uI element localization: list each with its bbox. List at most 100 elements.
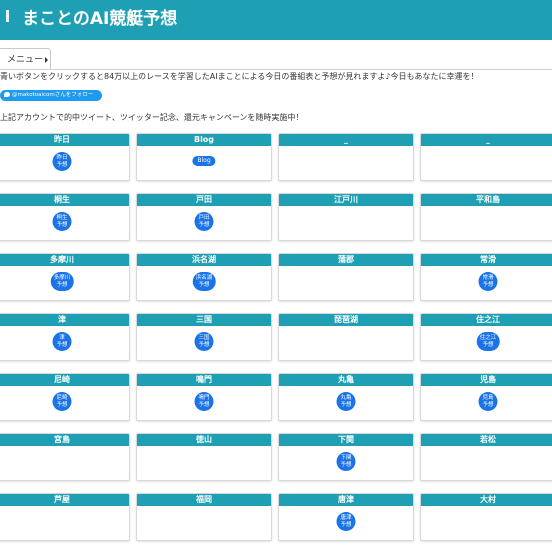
venue-card: 桐生 桐生 予想	[0, 193, 130, 241]
venue-card: 鳴門 鳴門 予想	[136, 373, 272, 421]
venue-predict-button[interactable]: 丸亀 予想	[336, 392, 356, 411]
venue-card: _	[278, 133, 414, 181]
caret-right-icon	[45, 56, 49, 63]
venue-card-title: 唐津	[279, 494, 413, 506]
page-title[interactable]: まことのAI競艇予想	[22, 4, 177, 29]
venue-predict-button-label: 予想	[56, 161, 68, 168]
venue-predict-button[interactable]: 桐生 予想	[52, 212, 72, 231]
venue-card: 戸田 戸田 予想	[136, 193, 272, 241]
venue-card: 多摩川 多摩川 予想	[0, 253, 130, 301]
venue-card: 唐津 唐津 予想	[278, 493, 414, 541]
venue-predict-button[interactable]: 児島 予想	[478, 392, 498, 411]
venue-card: 昨日 昨日 予想	[0, 133, 130, 181]
venue-card: 徳山	[136, 433, 272, 481]
venue-predict-button[interactable]: Blog	[192, 156, 216, 166]
venue-predict-button-label: Blog	[197, 157, 211, 164]
venue-card: 若松	[420, 433, 552, 481]
venue-card-title: 江戸川	[279, 194, 413, 206]
venue-card: Blog Blog	[136, 133, 272, 181]
venue-card: 児島 児島 予想	[420, 373, 552, 421]
header: まことのAI競艇予想	[0, 0, 552, 40]
campaign-notice: 上記アカウントで的中ツイート、ツイッター記念、還元キャンペーンを随時実施中！	[0, 113, 304, 122]
venue-predict-button[interactable]: 戸田 予想	[194, 212, 214, 231]
header-accent-bar	[6, 10, 9, 22]
venue-predict-button[interactable]: 昨日 予想	[52, 152, 72, 171]
venue-card-title: 津	[0, 314, 129, 326]
twitter-bird-icon	[4, 92, 10, 97]
venue-card-title: 琵琶湖	[279, 314, 413, 326]
venue-card-title: 徳山	[137, 434, 271, 446]
venue-card: 平和島	[420, 193, 552, 241]
venue-predict-button[interactable]: 多摩川 予想	[50, 272, 74, 291]
venue-card: 宮島	[0, 433, 130, 481]
venue-predict-button-label: 予想	[56, 341, 68, 348]
venue-card: 津津予想	[0, 313, 130, 361]
venue-card-title: 住之江	[421, 314, 552, 326]
venue-card: 常滑 常滑 予想	[420, 253, 552, 301]
venue-predict-button-label: 予想	[198, 341, 210, 348]
venue-card-title: 丸亀	[279, 374, 413, 386]
venue-card-title: 桐生	[0, 194, 129, 206]
venue-card-title: 常滑	[421, 254, 552, 266]
venue-card: 蒲郡	[278, 253, 414, 301]
venue-card: 浜名湖 浜名湖 予想	[136, 253, 272, 301]
venue-card-title: 浜名湖	[137, 254, 271, 266]
venue-card: 福岡	[136, 493, 272, 541]
venue-predict-button[interactable]: 尼崎 予想	[52, 392, 72, 411]
venue-card-title: 蒲郡	[279, 254, 413, 266]
venue-card: 琵琶湖	[278, 313, 414, 361]
follow-label: @makotoaicomさんをフォロー	[12, 92, 94, 98]
venue-predict-button-label: 予想	[482, 281, 494, 288]
venue-predict-button[interactable]: 浜名湖 予想	[192, 272, 216, 291]
venue-card-title: 多摩川	[0, 254, 129, 266]
venue-predict-button[interactable]: 下関 予想	[336, 452, 356, 471]
venue-card: 江戸川	[278, 193, 414, 241]
venue-card-title: 宮島	[0, 434, 129, 446]
venue-predict-button[interactable]: 津予想	[52, 332, 72, 351]
venue-card-title: _	[279, 134, 413, 146]
venue-card-title: Blog	[137, 134, 271, 146]
venue-predict-button[interactable]: 常滑 予想	[478, 272, 498, 291]
menu-label: メニュー	[7, 55, 44, 65]
venue-card: 芦屋	[0, 493, 130, 541]
venue-predict-button[interactable]: 鳴門 予想	[194, 392, 214, 411]
venue-predict-button-label: 予想	[482, 341, 494, 348]
venue-card: _	[420, 133, 552, 181]
venue-card-title: 下関	[279, 434, 413, 446]
venue-card-title: 若松	[421, 434, 552, 446]
venue-predict-button-label: 予想	[198, 401, 210, 408]
venue-predict-button-label: 予想	[198, 221, 210, 228]
venue-card: 尼崎 尼崎 予想	[0, 373, 130, 421]
venue-card-title: 芦屋	[0, 494, 129, 506]
venue-predict-button-label: 予想	[340, 461, 352, 468]
venue-card-title: 福岡	[137, 494, 271, 506]
venue-card: 三国 三国 予想	[136, 313, 272, 361]
venue-card: 住之江 住之江 予想	[420, 313, 552, 361]
twitter-follow-button[interactable]: @makotoaicomさんをフォロー	[0, 90, 102, 101]
venue-predict-button-label: 予想	[340, 401, 352, 408]
menu-button[interactable]: メニュー	[0, 48, 51, 70]
venue-card-title: 平和島	[421, 194, 552, 206]
venue-card-title: 鳴門	[137, 374, 271, 386]
venue-predict-button-label: 予想	[56, 281, 68, 288]
venue-predict-button-label: 予想	[198, 281, 210, 288]
venue-card-title: 尼崎	[0, 374, 129, 386]
venue-card-title: 三国	[137, 314, 271, 326]
intro-text: 青いボタンをクリックすると84万以上のレースを学習したAIまことによる今日の番組…	[0, 72, 479, 81]
venue-predict-button-label: 予想	[482, 401, 494, 408]
venue-predict-button[interactable]: 唐津 予想	[336, 512, 356, 531]
venue-card-title: _	[421, 134, 552, 146]
venue-card-title: 大村	[421, 494, 552, 506]
venue-predict-button[interactable]: 住之江 予想	[476, 332, 500, 351]
venue-card: 丸亀 丸亀 予想	[278, 373, 414, 421]
venue-predict-button[interactable]: 三国 予想	[194, 332, 214, 351]
venue-card-title: 昨日	[0, 134, 129, 146]
venue-predict-button-label: 予想	[340, 521, 352, 528]
venue-card: 下関 下関 予想	[278, 433, 414, 481]
venue-card-title: 児島	[421, 374, 552, 386]
venue-card: 大村	[420, 493, 552, 541]
venue-card-title: 戸田	[137, 194, 271, 206]
venue-predict-button-label: 予想	[56, 221, 68, 228]
menu-divider	[0, 69, 552, 70]
venue-predict-button-label: 予想	[56, 401, 68, 408]
